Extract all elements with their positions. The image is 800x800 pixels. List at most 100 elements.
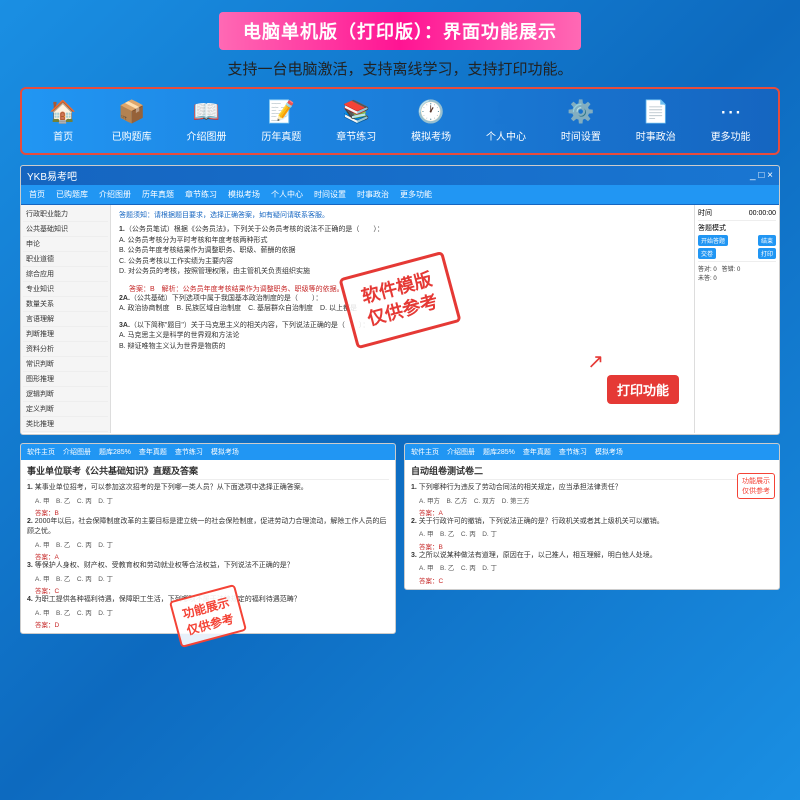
sw-sidebar-item[interactable]: 专业知识 xyxy=(23,282,108,297)
nav-label: 已购题库 xyxy=(112,128,152,143)
bp-right-nav: 软件主页介绍图册题库285% 查年真题查节练习模拟考场 xyxy=(405,444,779,460)
nav-label: 首页 xyxy=(53,128,73,143)
nav-label: 介绍图册 xyxy=(187,128,227,143)
sw-btn-row2[interactable]: 交卷 打印 xyxy=(698,248,776,259)
sw-side-panel: 时间 00:00:00 答题模式 开始答题 结束 交卷 打印 答对: 0 答 xyxy=(694,205,779,433)
nav-item-更多功能[interactable]: ⋯ 更多功能 xyxy=(707,97,755,145)
nav-icon: 📄 xyxy=(642,99,669,125)
bp-left-nav-题库285%[interactable]: 题库285% xyxy=(97,446,133,458)
sw-nav-时间设置[interactable]: 时间设置 xyxy=(311,188,349,201)
sw-nav-介绍图册[interactable]: 介绍图册 xyxy=(96,188,134,201)
bp-right-nav-模拟考场[interactable]: 模拟考场 xyxy=(593,446,625,458)
nav-icon: 👤 xyxy=(492,99,519,125)
bp-left-title: 事业单位联考《公共基础知识》直题及答案 xyxy=(27,464,389,480)
sw-start-btn[interactable]: 开始答题 xyxy=(698,235,728,246)
nav-item-介绍图册[interactable]: 📖 介绍图册 xyxy=(183,97,231,145)
sw-sidebar-item[interactable]: 类比推理 xyxy=(23,417,108,432)
sw-print-btn[interactable]: 打印 xyxy=(758,248,776,259)
sw-nav-时事政治[interactable]: 时事政治 xyxy=(354,188,392,201)
bottom-panels: 软件主页介绍图册题库285%查年真题查节练习模拟考场 事业单位联考《公共基础知识… xyxy=(20,443,780,788)
bp-right-nav-查年真题[interactable]: 查年真题 xyxy=(521,446,553,458)
sw-sidebar: 行政职业能力公共基础知识申论职业道德综合应用专业知识数量关系言语理解判断推理资料… xyxy=(21,205,111,433)
sw-sidebar-item[interactable]: 公共基础知识 xyxy=(23,222,108,237)
bp-right-question-3: 3. 之所以说某种做法有道理，原因在于，以己推人，相互理解，明白他人处境。A. … xyxy=(411,551,773,585)
sw-nav-章节练习[interactable]: 章节练习 xyxy=(182,188,220,201)
sw-time-value: 00:00:00 xyxy=(749,210,776,217)
sw-end-btn[interactable]: 结束 xyxy=(758,235,776,246)
bp-right-nav-查节练习[interactable]: 查节练习 xyxy=(557,446,589,458)
sw-mode-row: 答题模式 xyxy=(698,223,776,233)
nav-label: 章节练习 xyxy=(336,128,376,143)
bp-right-question-1: 1. 下列哪种行为违反了劳动合同法的相关规定，应当承担法律责任？A. 甲方 B.… xyxy=(411,483,773,517)
nav-item-时事政治[interactable]: 📄 时事政治 xyxy=(632,97,680,145)
bp-right-nav-介绍图册[interactable]: 介绍图册 xyxy=(445,446,477,458)
sw-sidebar-item[interactable]: 图形推理 xyxy=(23,372,108,387)
sw-stats: 答对: 0 答错: 0未答: 0 xyxy=(698,264,776,282)
sw-nav-更多功能[interactable]: 更多功能 xyxy=(397,188,435,201)
sw-sidebar-item[interactable]: 数量关系 xyxy=(23,297,108,312)
nav-icon: ⚙️ xyxy=(567,99,594,125)
nav-item-首页[interactable]: 🏠 首页 xyxy=(45,97,80,145)
bp-right-nav-题库285%[interactable]: 题库285% xyxy=(481,446,517,458)
sw-sidebar-item[interactable]: 资料分析 xyxy=(23,342,108,357)
sw-sidebar-item[interactable]: 言语理解 xyxy=(23,312,108,327)
nav-icon: 🕐 xyxy=(417,99,444,125)
bp-left-nav-介绍图册[interactable]: 介绍图册 xyxy=(61,446,93,458)
bp-left-question-3: 3. 等保护人身权、财产权、受教育权和劳动就业权等合法权益，下列说法不正确的是？… xyxy=(27,561,389,595)
bp-left-nav-软件主页[interactable]: 软件主页 xyxy=(25,446,57,458)
sw-sidebar-item[interactable]: 申论 xyxy=(23,237,108,252)
bp-left-nav-查年真题[interactable]: 查年真题 xyxy=(137,446,169,458)
bottom-right-wrap: 软件主页介绍图册题库285%查年真题查节练习模拟考场 自动组卷测试卷二 1. 下… xyxy=(404,443,780,788)
bottom-left-panel: 软件主页介绍图册题库285% 查年真题查节练习模拟考场 事业单位联考《公共基础知识… xyxy=(20,443,396,634)
nav-item-已购题库[interactable]: 📦已购题库 xyxy=(108,97,156,145)
sw-controls: _ □ × xyxy=(750,170,773,181)
nav-label: 时间设置 xyxy=(561,128,601,143)
sw-sidebar-item[interactable]: 判断推理 xyxy=(23,327,108,342)
bp-left-content: 事业单位联考《公共基础知识》直题及答案 1. 某事业单位招考，可以参加这次招考的… xyxy=(21,460,395,633)
nav-label: 模拟考场 xyxy=(411,128,451,143)
sw-nav-历年真题[interactable]: 历年真题 xyxy=(139,188,177,201)
nav-label: 更多功能 xyxy=(711,128,751,143)
software-title-bar: YKB易考吧 _ □ × xyxy=(21,166,779,185)
sw-btn-row1[interactable]: 开始答题 结束 xyxy=(698,235,776,246)
sw-nav-模拟考场[interactable]: 模拟考场 xyxy=(225,188,263,201)
sw-sidebar-item[interactable]: 常识判断 xyxy=(23,357,108,372)
nav-item-个人中心[interactable]: 👤个人中心 xyxy=(482,97,530,145)
nav-icon: 📚 xyxy=(343,99,370,125)
page-wrapper: 电脑单机版（打印版）：界面功能展示 支持一台电脑激活，支持离线学习，支持打印功能… xyxy=(0,0,800,800)
sw-sidebar-item[interactable]: 行政职业能力 xyxy=(23,207,108,222)
bp-left-nav-查节练习[interactable]: 查节练习 xyxy=(173,446,205,458)
nav-bar-large: 🏠 首页 📦已购题库 📖 介绍图册 📝历年真题 📚 章节练习 🕐 模拟考场 👤个人中心 ⚙️ 时间设置 📄… xyxy=(20,87,780,155)
nav-icon: 🏠 xyxy=(49,99,76,125)
sw-sidebar-item[interactable]: 逻辑判断 xyxy=(23,387,108,402)
print-arrow: ↗ xyxy=(587,349,604,374)
bp-left-nav-模拟考场[interactable]: 模拟考场 xyxy=(209,446,241,458)
bp-left-question-4: 4. 为职工提供各种福利待遇，保障职工生活，下列哪项不属于法律规定的福利待遇范畴… xyxy=(27,595,389,629)
nav-item-历年真题[interactable]: 📝历年真题 xyxy=(257,97,305,145)
nav-item-章节练习[interactable]: 📚 章节练习 xyxy=(332,97,380,145)
nav-icon: ⋯ xyxy=(720,99,742,125)
sw-sidebar-item[interactable]: 综合应用 xyxy=(23,267,108,282)
sw-title: YKB易考吧 xyxy=(27,168,77,183)
sw-nav-个人中心[interactable]: 个人中心 xyxy=(268,188,306,201)
bottom-left-wrap: 软件主页介绍图册题库285% 查年真题查节练习模拟考场 事业单位联考《公共基础知识… xyxy=(20,443,396,788)
sw-submit-btn[interactable]: 交卷 xyxy=(698,248,716,259)
nav-label: 时事政治 xyxy=(636,128,676,143)
sw-sidebar-item[interactable]: 职业道德 xyxy=(23,252,108,267)
sw-sidebar-item[interactable]: 定义判断 xyxy=(23,402,108,417)
sw-q1: 1.（公务员笔试）根据《公务员法》，下列关于公务员考核的说法不正确的是（ ）： … xyxy=(119,225,686,278)
sw-nav: 首页已购题库介绍图册历年真题章节练习模拟考场个人中心时间设置时事政治更多功能 xyxy=(21,185,779,205)
sw-nav-首页[interactable]: 首页 xyxy=(26,188,48,201)
sw-sidebar-item[interactable]: 数字推理 xyxy=(23,432,108,433)
sw-time-row: 时间 00:00:00 xyxy=(698,208,776,218)
nav-item-时间设置[interactable]: ⚙️ 时间设置 xyxy=(557,97,605,145)
nav-item-模拟考场[interactable]: 🕐 模拟考场 xyxy=(407,97,455,145)
bp-right-nav-软件主页[interactable]: 软件主页 xyxy=(409,446,441,458)
subtitle-text: 支持一台电脑激活，支持离线学习，支持打印功能。 xyxy=(227,58,572,79)
sw-mode-label: 答题模式 xyxy=(698,223,726,233)
print-label: 打印功能 xyxy=(607,375,679,404)
sw-time-label: 时间 xyxy=(698,208,712,218)
bp-left-question-1: 1. 某事业单位招考，可以参加这次招考的是下列哪一类人员？从下面选项中选择正确答… xyxy=(27,483,389,517)
sw-nav-已购题库[interactable]: 已购题库 xyxy=(53,188,91,201)
nav-icon: 📖 xyxy=(193,99,220,125)
